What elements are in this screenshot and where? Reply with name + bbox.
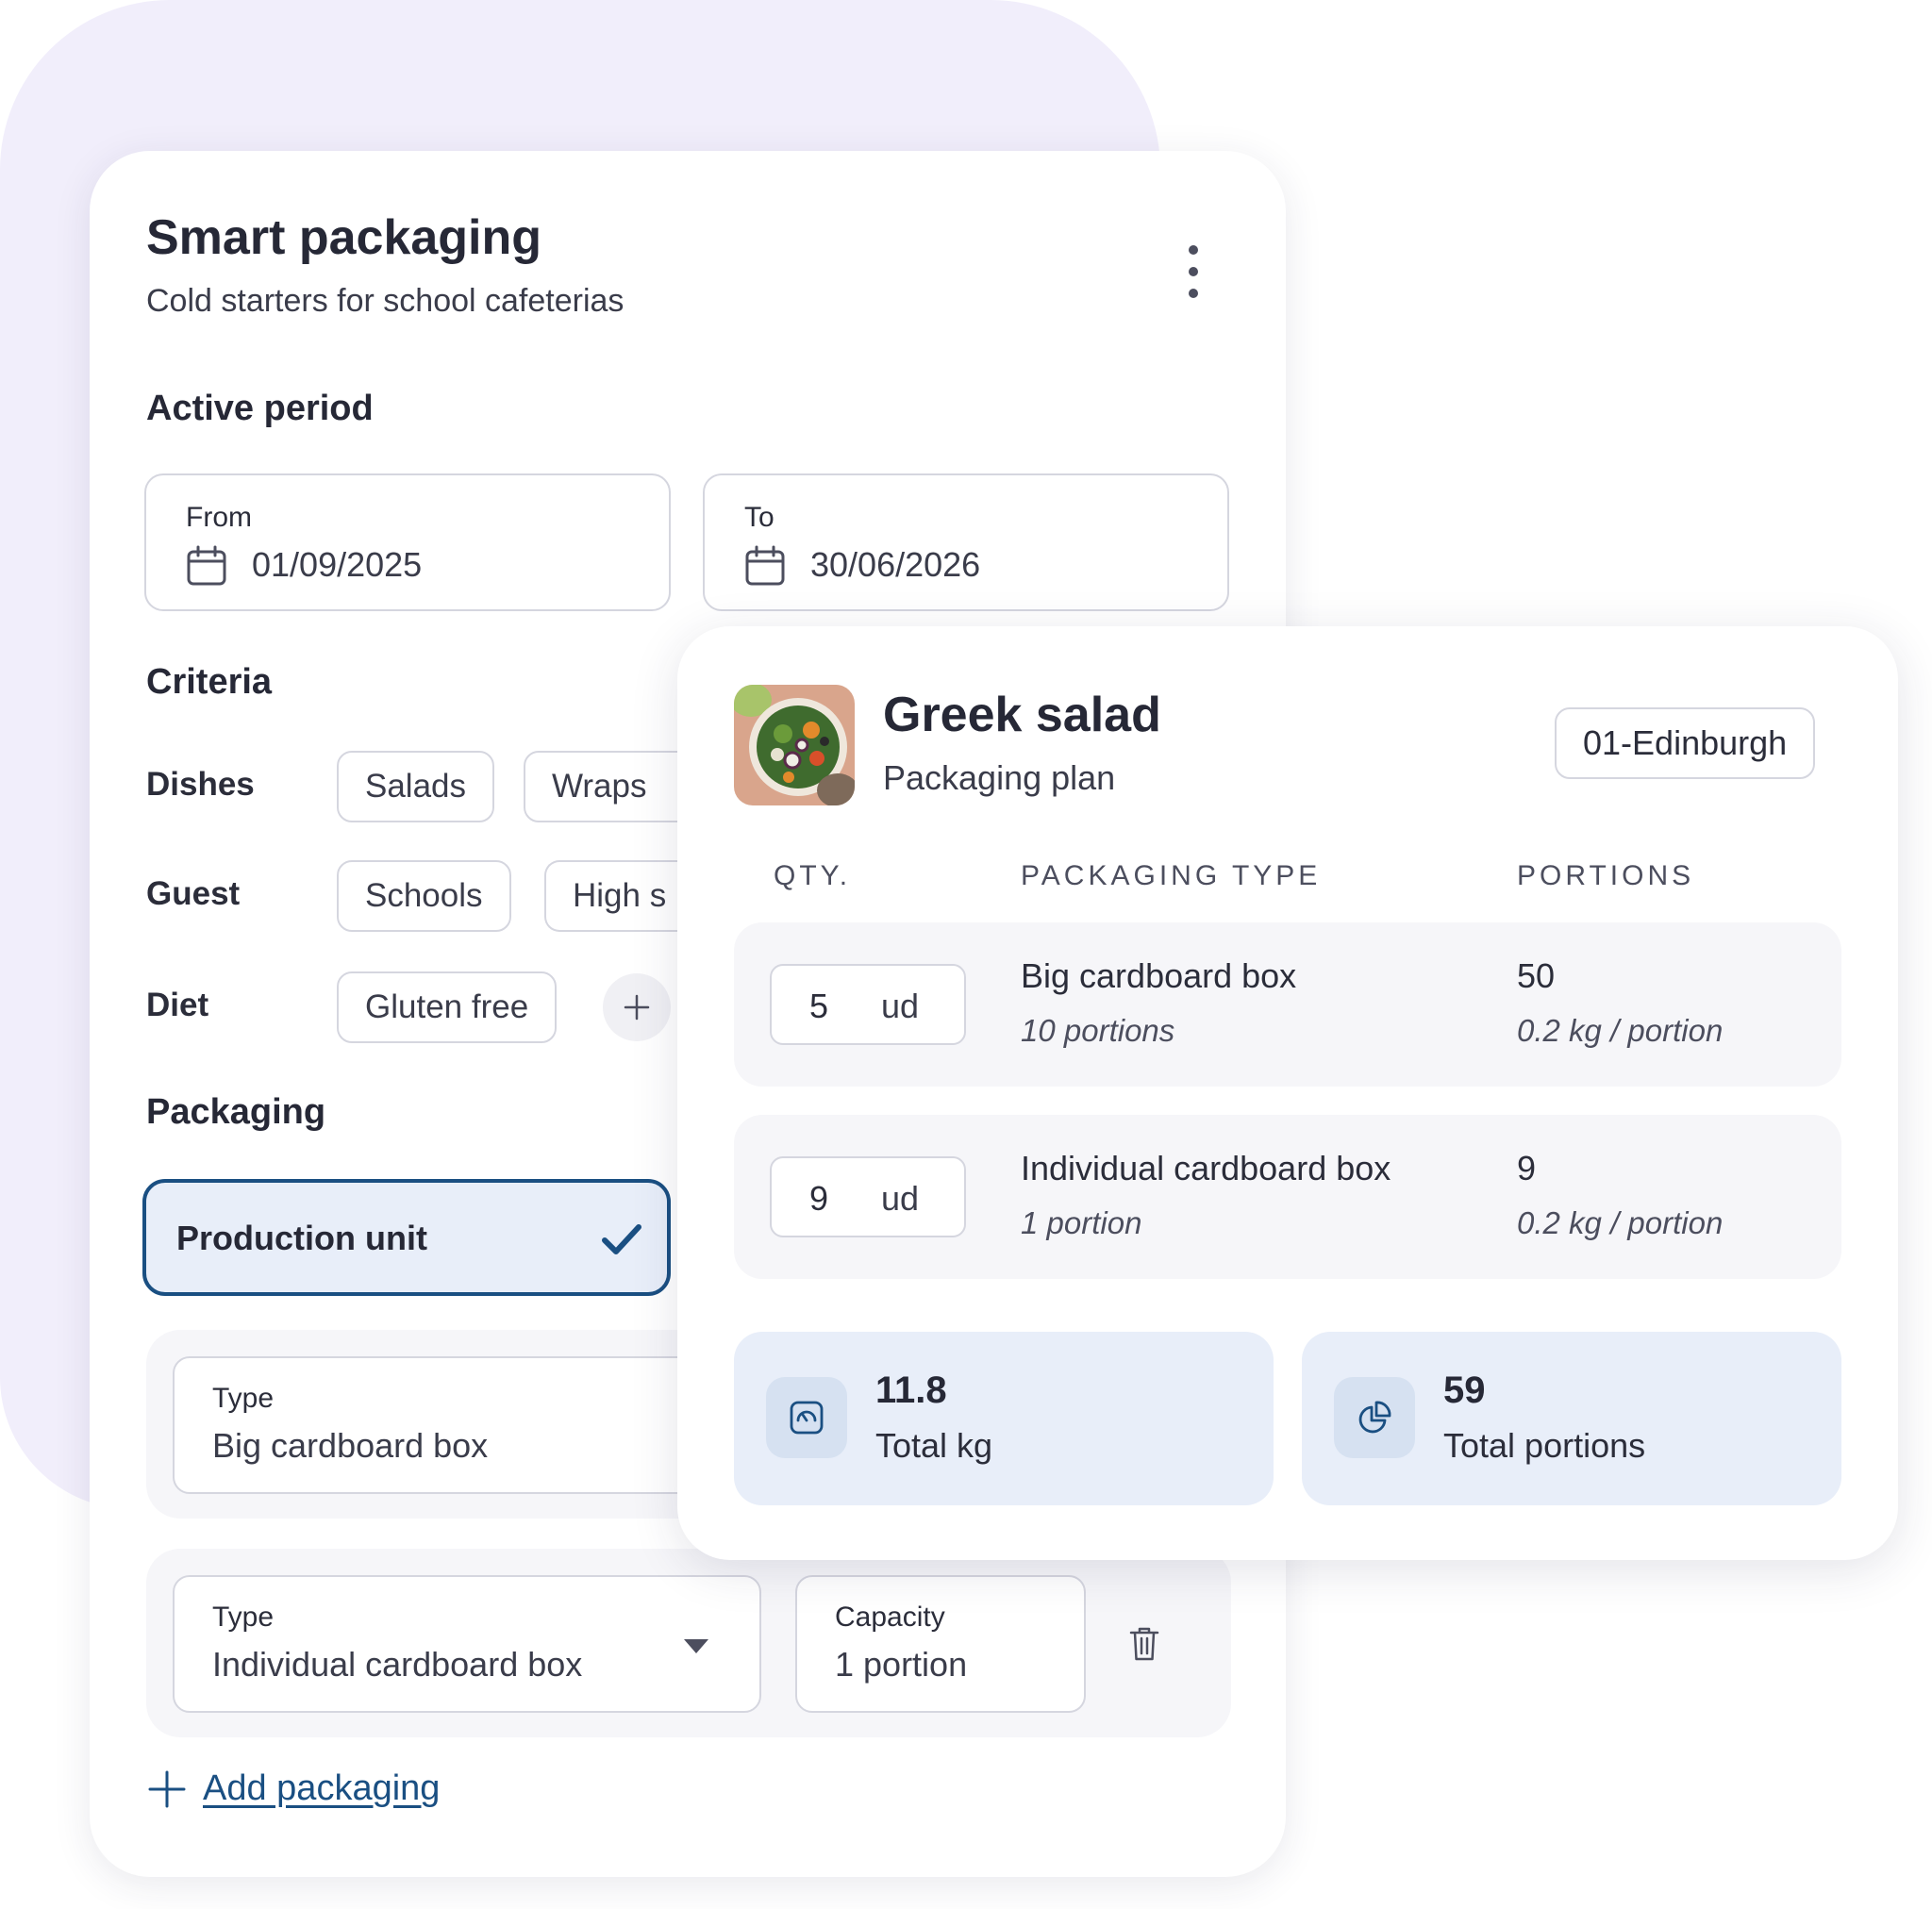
column-header-portions: PORTIONS [1517,860,1695,891]
chip-wraps[interactable]: Wraps [524,751,693,822]
packaging-heading: Packaging [146,1092,326,1132]
total-portions-value: 59 [1443,1370,1486,1411]
weight-per-portion: 0.2 kg / portion [1517,1205,1724,1240]
more-options-button[interactable] [1182,245,1205,298]
packaging-type-field-1[interactable]: Type Big cardboard box [173,1356,758,1494]
location-badge[interactable]: 01-Edinburgh [1555,707,1816,779]
type-value: Individual cardboard box [212,1645,583,1684]
total-kg-label: Total kg [875,1426,993,1465]
more-vertical-icon [1189,245,1198,255]
packaging-name: Big cardboard box [1021,956,1297,995]
add-packaging-button[interactable]: Add packaging [148,1768,440,1809]
scale-icon [766,1377,847,1458]
total-kg-value: 11.8 [875,1370,947,1411]
type-value: Big cardboard box [212,1426,489,1465]
quantity-input[interactable]: 9 ud [770,1156,966,1237]
production-unit-label: Production unit [176,1219,427,1257]
card-title: Smart packaging [146,210,542,265]
total-kg-stat: 11.8 Total kg [734,1332,1274,1505]
packaging-plan-card: Greek salad Packaging plan 01-Edinburgh … [677,626,1898,1560]
total-portions-stat: 59 Total portions [1302,1332,1841,1505]
portions-value: 9 [1517,1149,1537,1187]
add-diet-button[interactable] [603,973,671,1041]
quantity-unit: ud [881,1179,920,1218]
card-subtitle: Cold starters for school cafeterias [146,283,625,319]
quantity-unit: ud [881,987,920,1025]
trash-icon[interactable] [1129,1626,1159,1662]
checkmark-icon [602,1224,641,1254]
active-period-heading: Active period [146,389,374,428]
plus-icon [624,994,650,1021]
from-date-field[interactable]: From 01/09/2025 [144,473,671,611]
capacity-field[interactable]: Capacity 1 portion [795,1575,1086,1713]
dish-title: Greek salad [883,688,1161,742]
greek-salad-image [734,685,855,805]
production-unit-option[interactable]: Production unit [142,1179,671,1296]
packaging-row: 5 ud Big cardboard box 10 portions 50 0.… [734,922,1841,1087]
guest-label: Guest [146,875,241,912]
criteria-heading: Criteria [146,662,273,702]
packaging-capacity: 10 portions [1021,1013,1175,1048]
column-header-qty: QTY. [774,860,852,891]
packaging-type-select-2[interactable]: Type Individual cardboard box [173,1575,761,1713]
dishes-label: Dishes [146,766,255,803]
packaging-capacity: 1 portion [1021,1205,1142,1240]
capacity-label: Capacity [835,1602,945,1633]
chevron-down-icon [684,1639,708,1653]
packaging-name: Individual cardboard box [1021,1149,1391,1187]
chip-salads[interactable]: Salads [337,751,495,822]
diet-label: Diet [146,987,209,1023]
to-label: To [744,502,774,533]
to-date-value: 30/06/2026 [810,545,981,584]
chip-high-schools[interactable]: High s [544,860,695,932]
calendar-icon [187,545,226,586]
total-portions-label: Total portions [1443,1426,1646,1465]
column-header-packaging-type: PACKAGING TYPE [1021,860,1322,891]
add-packaging-link[interactable]: Add packaging [203,1768,440,1809]
to-date-field[interactable]: To 30/06/2026 [703,473,1229,611]
chip-gluten-free[interactable]: Gluten free [337,971,558,1043]
portions-value: 50 [1517,956,1556,995]
capacity-value: 1 portion [835,1645,968,1684]
from-date-value: 01/09/2025 [252,545,423,584]
from-label: From [186,502,252,533]
quantity-value: 9 [809,1179,829,1218]
dish-subtitle: Packaging plan [883,758,1116,797]
packaging-group-2: Type Individual cardboard box Capacity 1… [146,1549,1231,1737]
chip-schools[interactable]: Schools [337,860,511,932]
packaging-row: 9 ud Individual cardboard box 1 portion … [734,1115,1841,1279]
weight-per-portion: 0.2 kg / portion [1517,1013,1724,1048]
type-label: Type [212,1383,275,1414]
pie-chart-icon [1334,1377,1415,1458]
type-label: Type [212,1602,275,1633]
quantity-value: 5 [809,987,829,1025]
quantity-input[interactable]: 5 ud [770,964,966,1045]
calendar-icon [745,545,785,586]
plus-icon [148,1770,186,1807]
